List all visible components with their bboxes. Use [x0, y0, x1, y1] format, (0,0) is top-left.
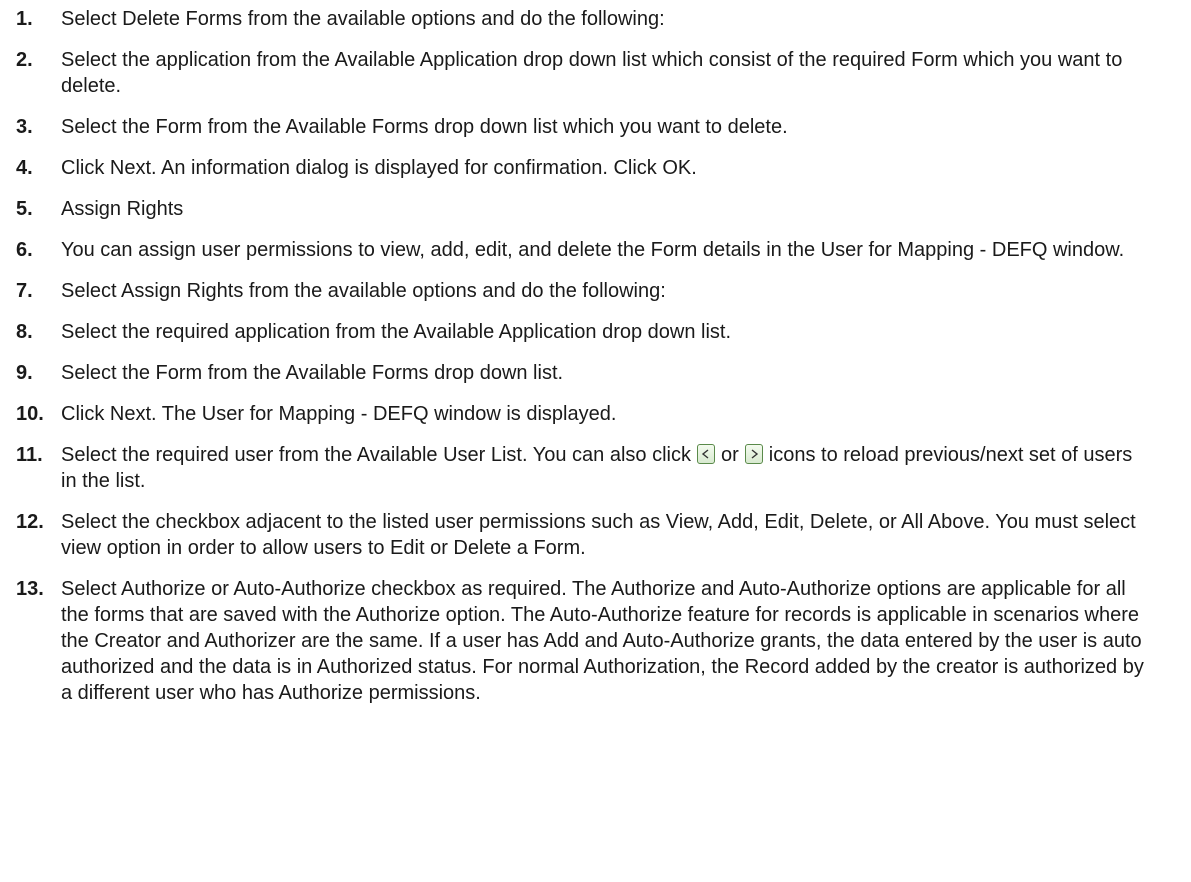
step-number: 9.: [16, 362, 33, 384]
step-text: Select Authorize or Auto-Authorize check…: [61, 578, 1144, 704]
step-text-or: or: [720, 444, 739, 466]
step-number: 3.: [16, 116, 33, 138]
step-9: 9. Select the Form from the Available For…: [16, 360, 1151, 386]
step-5: 5. Assign Rights: [16, 196, 1151, 222]
step-text: Select the Form from the Available Forms…: [61, 116, 788, 138]
step-text: Click Next. The User for Mapping - DEFQ …: [61, 403, 617, 425]
step-number: 8.: [16, 321, 33, 343]
step-number: 6.: [16, 239, 33, 261]
step-number: 7.: [16, 280, 33, 302]
step-text: Select the checkbox adjacent to the list…: [61, 511, 1136, 559]
step-3: 3. Select the Form from the Available For…: [16, 114, 1151, 140]
step-number: 12.: [16, 511, 44, 533]
step-text: Select Delete Forms from the available o…: [61, 8, 665, 30]
step-text: Select the application from the Availabl…: [61, 49, 1123, 97]
document-page: 1. Select Delete Forms from the available…: [0, 0, 1191, 882]
instruction-list: 1. Select Delete Forms from the available…: [16, 6, 1151, 706]
previous-icon: [696, 444, 715, 464]
step-number: 10.: [16, 403, 44, 425]
step-text: Select the Form from the Available Forms…: [61, 362, 564, 384]
step-text: Select Assign Rights from the available …: [61, 280, 666, 302]
step-text: Click Next. An information dialog is dis…: [61, 157, 697, 179]
step-4: 4. Click Next. An information dialog is d…: [16, 155, 1151, 181]
step-number: 2.: [16, 49, 33, 71]
step-text: You can assign user permissions to view,…: [61, 239, 1125, 261]
step-text-before: Select the required user from the Availa…: [61, 444, 691, 466]
step-number: 1.: [16, 8, 33, 30]
step-12: 12. Select the checkbox adjacent to the l…: [16, 509, 1151, 561]
step-text: Select the required application from the…: [61, 321, 732, 343]
next-icon: [744, 444, 763, 464]
step-7: 7. Select Assign Rights from the availabl…: [16, 278, 1151, 304]
step-13: 13. Select Authorize or Auto-Authorize ch…: [16, 576, 1151, 706]
step-number: 5.: [16, 198, 33, 220]
step-text: Assign Rights: [61, 198, 184, 220]
step-10: 10. Click Next. The User for Mapping - DE…: [16, 401, 1151, 427]
step-number: 4.: [16, 157, 33, 179]
step-2: 2. Select the application from the Availa…: [16, 47, 1151, 99]
step-number: 13.: [16, 578, 44, 600]
step-11: 11. Select the required user from the Ava…: [16, 442, 1151, 494]
step-8: 8. Select the required application from t…: [16, 319, 1151, 345]
step-1: 1. Select Delete Forms from the available…: [16, 6, 1151, 32]
step-6: 6. You can assign user permissions to vie…: [16, 237, 1151, 263]
step-number: 11.: [16, 444, 43, 466]
